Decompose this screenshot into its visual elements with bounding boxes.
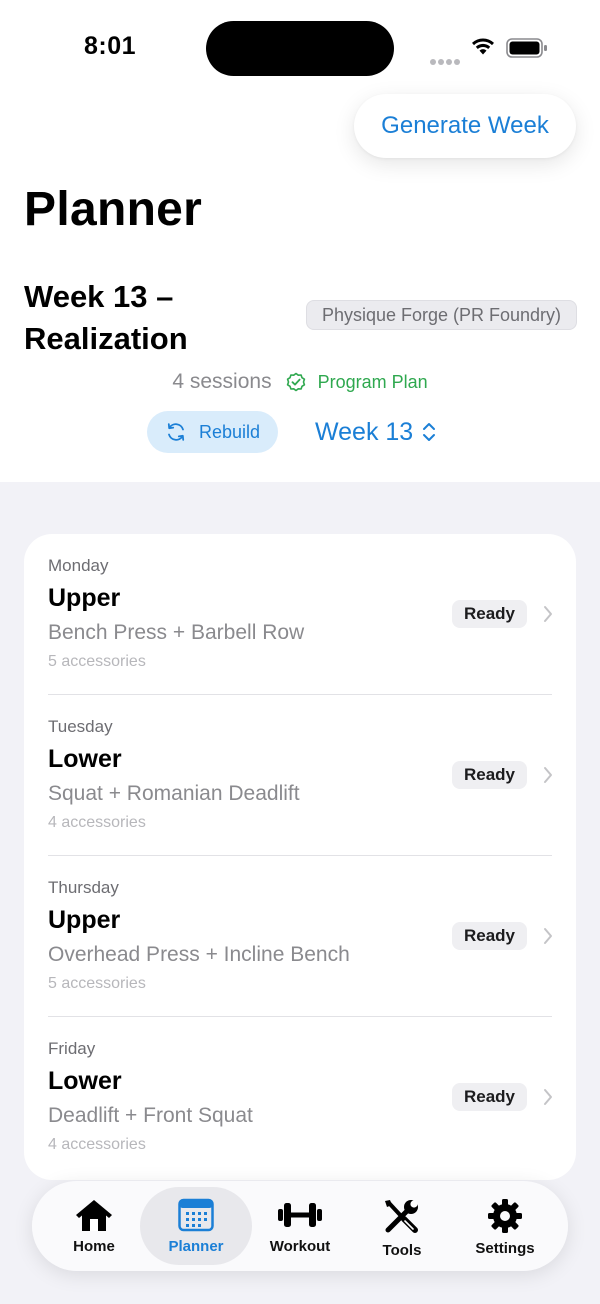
dynamic-island	[206, 21, 394, 76]
wifi-icon	[472, 38, 494, 55]
tab-label: Tools	[382, 1242, 422, 1259]
session-title: Lower	[48, 745, 122, 773]
status-badge: Ready	[452, 761, 527, 789]
chevron-right-icon	[544, 1089, 552, 1105]
page-title: Planner	[24, 183, 203, 236]
week-title: Week 13 – Realization	[24, 279, 188, 356]
session-day: Friday	[48, 1039, 96, 1058]
program-badge: Physique Forge (PR Foundry)	[306, 300, 577, 330]
tab-label: Settings	[475, 1240, 535, 1257]
tools-icon	[385, 1200, 418, 1233]
session-accessories: 4 accessories	[48, 1136, 146, 1153]
chevron-right-icon	[544, 606, 552, 622]
tab-home[interactable]: Home	[38, 1187, 150, 1265]
chevron-right-icon	[544, 928, 552, 944]
chevron-up-down-icon	[423, 423, 436, 441]
verified-check-icon	[286, 372, 306, 392]
session-accessories: 5 accessories	[48, 653, 146, 670]
session-title: Upper	[48, 906, 121, 934]
sessions-card: Monday Upper Bench Press + Barbell Row 5…	[24, 534, 576, 1180]
tab-settings[interactable]: Settings	[449, 1187, 561, 1265]
session-title: Upper	[48, 584, 121, 612]
battery-icon	[506, 38, 547, 58]
session-lifts: Bench Press + Barbell Row	[48, 621, 305, 644]
sessions-summary: 4 sessions Program Plan	[0, 366, 600, 398]
generate-week-button[interactable]: Generate Week	[354, 94, 576, 158]
session-lifts: Deadlift + Front Squat	[48, 1104, 253, 1127]
rebuild-button[interactable]: Rebuild	[147, 411, 278, 453]
sessions-count: 4 sessions	[172, 370, 272, 393]
session-day: Monday	[48, 556, 109, 575]
session-accessories: 4 accessories	[48, 814, 146, 831]
tab-tools[interactable]: Tools	[346, 1187, 458, 1265]
gear-icon	[488, 1199, 522, 1233]
tab-label: Planner	[168, 1238, 224, 1255]
session-day: Thursday	[48, 878, 119, 897]
session-row-thursday[interactable]: Thursday Upper Overhead Press + Incline …	[48, 856, 552, 1017]
tab-label: Workout	[269, 1238, 331, 1255]
status-time: 8:01	[84, 32, 137, 60]
session-title: Lower	[48, 1067, 122, 1095]
session-day: Tuesday	[48, 717, 113, 736]
status-badge: Ready	[452, 1083, 527, 1111]
session-row-friday[interactable]: Friday Lower Deadlift + Front Squat 4 ac…	[48, 1017, 552, 1178]
tab-bar: Home Planner Workout Tools Settings	[32, 1181, 568, 1271]
tab-planner[interactable]: Planner	[140, 1187, 252, 1265]
cellular-signal-icon	[430, 52, 462, 70]
dumbbell-icon	[278, 1203, 322, 1227]
house-icon	[76, 1200, 112, 1231]
status-badge: Ready	[452, 922, 527, 950]
week-selector-label: Week 13	[315, 417, 414, 446]
tab-label: Home	[73, 1238, 115, 1255]
calendar-icon	[178, 1198, 214, 1232]
tab-workout[interactable]: Workout	[244, 1187, 356, 1265]
week-selector[interactable]: Week 13	[315, 414, 437, 450]
refresh-icon	[167, 423, 185, 441]
session-row-monday[interactable]: Monday Upper Bench Press + Barbell Row 5…	[48, 534, 552, 695]
session-lifts: Overhead Press + Incline Bench	[48, 943, 350, 966]
session-accessories: 5 accessories	[48, 975, 146, 992]
program-plan-label: Program Plan	[317, 371, 428, 392]
status-badge: Ready	[452, 600, 527, 628]
session-lifts: Squat + Romanian Deadlift	[48, 782, 300, 805]
session-row-tuesday[interactable]: Tuesday Lower Squat + Romanian Deadlift …	[48, 695, 552, 856]
chevron-right-icon	[544, 767, 552, 783]
rebuild-label: Rebuild	[198, 421, 261, 442]
status-icons	[430, 36, 550, 65]
